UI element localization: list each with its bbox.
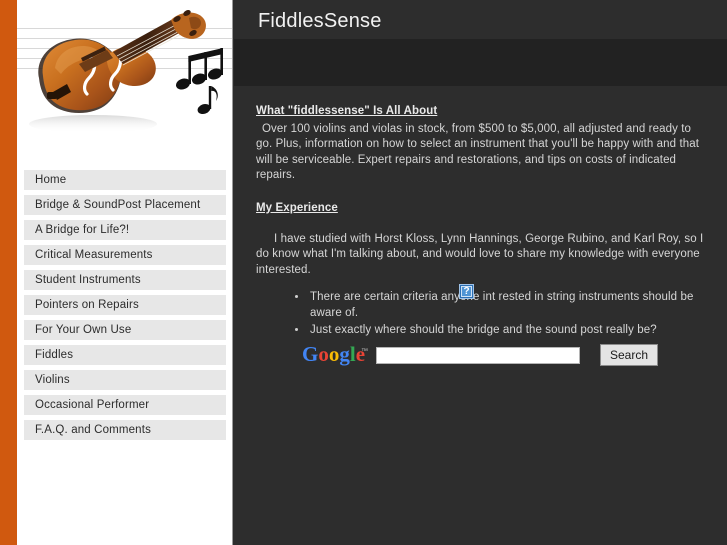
sidebar-item-bridge-soundpost-placement[interactable]: Bridge & SoundPost Placement xyxy=(24,195,226,215)
sidebar-item-critical-measurements[interactable]: Critical Measurements xyxy=(24,245,226,265)
main-content: FiddlesSense What "fiddlessense" Is All … xyxy=(234,0,727,545)
question-mark-glyph: ? xyxy=(463,286,470,297)
list-item: Just exactly where should the bridge and… xyxy=(308,323,708,339)
section-paragraph-about: Over 100 violins and violas in stock, fr… xyxy=(256,122,700,182)
sidebar-item-pointers-on-repairs[interactable]: Pointers on Repairs xyxy=(24,295,226,315)
page-title: FiddlesSense xyxy=(258,10,382,32)
sidebar-item-home[interactable]: Home xyxy=(24,170,226,190)
sidebar-item-a-bridge-for-life[interactable]: A Bridge for Life?! xyxy=(24,220,226,240)
google-logo: Google ™ xyxy=(302,343,368,366)
section-heading-about: What "fiddlessense" Is All About xyxy=(256,105,438,117)
sidebar-item-student-instruments[interactable]: Student Instruments xyxy=(24,270,226,290)
search-input[interactable] xyxy=(376,346,580,364)
page-root: Home Bridge & SoundPost Placement A Brid… xyxy=(0,0,727,545)
music-notes-icon xyxy=(176,48,223,115)
svg-text:Google: Google xyxy=(302,343,365,366)
section-heading-experience: My Experience xyxy=(256,201,338,214)
google-search-bar: Google ™ Search xyxy=(302,343,659,367)
sidebar-item-violins[interactable]: Violins xyxy=(24,370,226,390)
left-accent-strip xyxy=(0,0,17,545)
hero-banner xyxy=(17,0,232,160)
sidebar-nav: Home Bridge & SoundPost Placement A Brid… xyxy=(24,170,226,445)
experience-bullet-list: There are certain criteria anyone int re… xyxy=(256,290,708,338)
search-button[interactable]: Search xyxy=(600,344,659,366)
section-paragraph-experience: I have studied with Horst Kloss, Lynn Ha… xyxy=(256,232,704,276)
article-body: What "fiddlessense" Is All About Over 10… xyxy=(256,104,708,339)
svg-text:™: ™ xyxy=(361,348,368,355)
sidebar-item-occasional-performer[interactable]: Occasional Performer xyxy=(24,395,226,415)
broken-image-placeholder-icon: ? xyxy=(459,284,474,299)
sidebar-item-fiddles[interactable]: Fiddles xyxy=(24,345,226,365)
sidebar-item-faq-and-comments[interactable]: F.A.Q. and Comments xyxy=(24,420,226,440)
sidebar-item-for-your-own-use[interactable]: For Your Own Use xyxy=(24,320,226,340)
list-item: There are certain criteria anyone int re… xyxy=(308,290,708,321)
title-band xyxy=(234,39,727,86)
sidebar: Home Bridge & SoundPost Placement A Brid… xyxy=(17,0,233,545)
